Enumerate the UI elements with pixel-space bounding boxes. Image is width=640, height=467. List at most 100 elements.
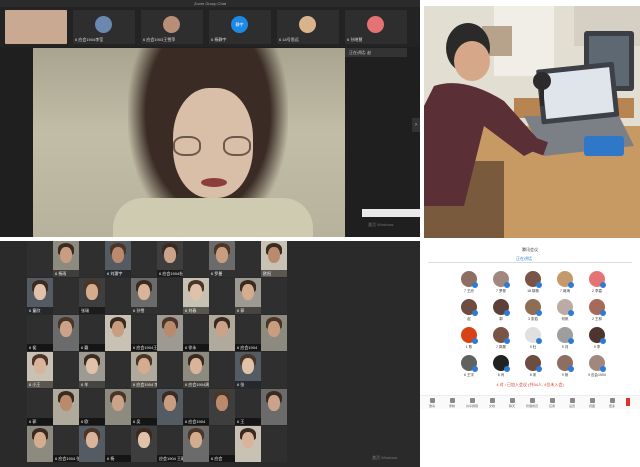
video-tile[interactable]: 6 应会1904杜亚 [157,241,183,277]
participant-thumbnail[interactable] [5,10,67,44]
video-tile[interactable]: 张瑞 [79,278,105,314]
toolbar-button[interactable]: 文档 [484,398,500,410]
participant-entry[interactable]: 7 罗曼 [490,271,512,299]
video-tile[interactable]: 6 王 [235,389,261,425]
video-tile[interactable]: 应会1904 王静 [157,426,183,462]
thumbnail-strip[interactable]: 6 应会1904李莹 6 应会1903王雪萍 静宇 6 杨静宇 6 18号思远 6 孙晓慧 [0,7,420,47]
video-tile[interactable] [183,426,209,462]
video-tile[interactable] [157,315,183,351]
participant-entry[interactable]: 郭 [490,299,512,327]
participant-entry[interactable]: 2 王林 [586,299,608,327]
toolbar-button[interactable]: 视图 [584,398,600,410]
video-tile[interactable] [261,352,287,388]
video-tile[interactable] [53,352,79,388]
participant-thumbnail[interactable]: 6 应会1904李莹 [73,10,135,44]
video-tile[interactable]: 6 牟 [79,352,105,388]
video-tile[interactable]: 6 罗曼 [209,241,235,277]
video-tile[interactable]: 6 杨雨 [53,241,79,277]
video-tile[interactable] [105,352,131,388]
video-tile[interactable] [131,241,157,277]
video-tile[interactable] [157,278,183,314]
video-tile[interactable] [53,278,79,314]
video-tile[interactable]: 6 戴 [79,315,105,351]
video-tile[interactable] [235,426,261,462]
video-tile[interactable] [183,241,209,277]
participant-entry[interactable]: 7 王欣 [458,271,480,299]
video-tile[interactable] [27,426,53,462]
participant-thumbnail[interactable]: 6 孙晓慧 [345,10,407,44]
video-tile[interactable] [105,315,131,351]
video-tile[interactable] [261,278,287,314]
participant-thumbnail[interactable]: 6 18号思远 [277,10,339,44]
video-tile[interactable] [53,389,79,425]
video-tile[interactable]: 6 孙雪 [131,278,157,314]
participant-thumbnail[interactable]: 6 应会1903王雪萍 [141,10,203,44]
video-tile[interactable]: 6 应会1904 张 [53,426,79,462]
participant-entry[interactable]: 9 李 [586,327,608,355]
video-tile[interactable]: 6 刘春 [183,278,209,314]
participant-entry[interactable]: 9 杨 [554,355,576,383]
next-page-arrow[interactable]: › [412,118,420,132]
participant-entry[interactable]: 8 闫 [490,355,512,383]
toolbar-button[interactable]: 应用 [544,398,560,410]
video-tile[interactable] [53,315,79,351]
video-tile[interactable] [209,352,235,388]
toolbar-button[interactable]: 共享屏幕 [464,398,480,410]
video-tile[interactable]: 6 应会1904王朝 [131,315,157,351]
video-tile[interactable]: 6 应会1904 [183,389,209,425]
video-tile[interactable] [157,352,183,388]
video-tile[interactable] [235,241,261,277]
video-tile[interactable] [209,389,235,425]
participant-entry[interactable]: 何帆 [554,299,576,327]
tab-speaking[interactable]: 正在讲话 [516,256,532,262]
toolbar-button[interactable]: 邀请 [424,398,440,410]
participant-entry[interactable]: 7 蒋海 [554,271,576,299]
video-tile[interactable]: 6 应会1904 [235,315,261,351]
end-meeting-button[interactable] [626,398,630,406]
video-tile[interactable] [261,426,287,462]
participant-entry[interactable]: 2 李嘉 [586,271,608,299]
video-tile[interactable] [261,389,287,425]
video-tile[interactable]: 6 童欣 [27,278,53,314]
participant-thumbnail[interactable]: 静宇 6 杨静宇 [209,10,271,44]
participant-entry[interactable]: 赵 [458,299,480,327]
video-tile[interactable] [79,426,105,462]
video-tile[interactable]: 6 张 [235,352,261,388]
video-tile[interactable]: 6 刘惠宇 [105,241,131,277]
video-tile[interactable] [131,426,157,462]
toolbar-button[interactable]: 录制 [444,398,460,410]
participant-entry[interactable]: 9 应会1904 [586,355,608,383]
video-tile[interactable]: 欧阳 [261,241,287,277]
participant-entry[interactable]: 9 杜 [522,327,544,355]
video-grid[interactable]: 6 杨雨 6 刘惠宇 6 应会1904杜亚 6 罗曼 欧阳 6 童欣 张瑞 6 孙雪 6 刘春 6… [27,241,390,467]
video-tile[interactable]: 6 应会 [209,426,235,462]
video-tile[interactable] [105,278,131,314]
video-tile[interactable]: 6 郭 [235,278,261,314]
video-tile[interactable]: 6 郭 [27,389,53,425]
participant-entry[interactable]: 9 刘 [554,327,576,355]
active-speaker-video[interactable] [33,48,345,237]
video-tile[interactable] [261,315,287,351]
video-tile[interactable]: 6 徐永 [183,315,209,351]
participant-entry[interactable]: 6 王宇 [458,355,480,383]
participant-entry[interactable]: 1 陈 [458,327,480,355]
video-tile[interactable] [27,241,53,277]
video-tile[interactable]: 6 侯 [27,315,53,351]
toolbar-button[interactable]: 更多 [604,398,620,410]
participant-entry[interactable]: 8 宋 [522,355,544,383]
video-tile[interactable]: 6 欧 [79,389,105,425]
video-tile[interactable]: 6 应会1904周 [183,352,209,388]
video-tile[interactable] [209,315,235,351]
video-tile[interactable]: 6 应会1904 李 [131,352,157,388]
video-tile[interactable]: 6 吴 [131,389,157,425]
video-tile[interactable] [79,241,105,277]
video-tile[interactable]: 6 杨 [105,426,131,462]
toolbar-button[interactable]: 聊天 [504,398,520,410]
toolbar-button[interactable]: 设置 [564,398,580,410]
video-tile[interactable] [105,389,131,425]
toolbar-button[interactable]: 管理成员 [524,398,540,410]
participant-tab-bar[interactable]: 正在讲话 [428,255,632,263]
video-tile[interactable] [209,278,235,314]
participant-entry[interactable]: 3 张若 [522,299,544,327]
video-tile[interactable]: 6 小王 [27,352,53,388]
